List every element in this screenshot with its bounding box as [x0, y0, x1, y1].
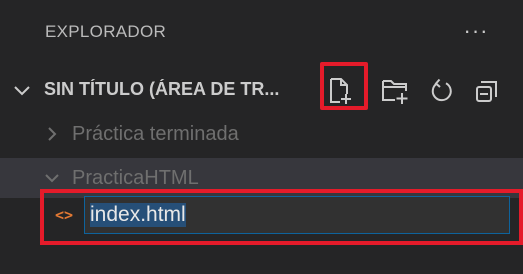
collapse-all-button[interactable] — [470, 74, 504, 108]
explorer-panel: EXPLORADOR ··· SIN TÍTULO (ÁREA DE TR... — [0, 0, 523, 274]
folder-label: PracticaHTML — [72, 167, 199, 189]
folder-item-practica-terminada[interactable]: Práctica terminada — [0, 114, 523, 154]
new-folder-icon — [382, 80, 408, 104]
workspace-title: SIN TÍTULO (ÁREA DE TR... — [44, 79, 280, 99]
filename-highlight — [40, 189, 523, 245]
collapse-all-icon — [476, 81, 497, 102]
chevron-down-icon — [45, 174, 59, 183]
workspace-section-header[interactable]: SIN TÍTULO (ÁREA DE TR... — [0, 70, 523, 110]
refresh-button[interactable] — [424, 74, 458, 108]
new-folder-button[interactable] — [378, 74, 412, 108]
more-actions-button[interactable]: ··· — [459, 16, 493, 46]
folder-label: Práctica terminada — [72, 123, 239, 145]
chevron-down-icon — [14, 86, 30, 96]
refresh-icon — [431, 78, 452, 102]
explorer-title: EXPLORADOR — [45, 22, 167, 41]
chevron-right-icon — [48, 127, 57, 141]
new-file-highlight — [320, 62, 368, 110]
